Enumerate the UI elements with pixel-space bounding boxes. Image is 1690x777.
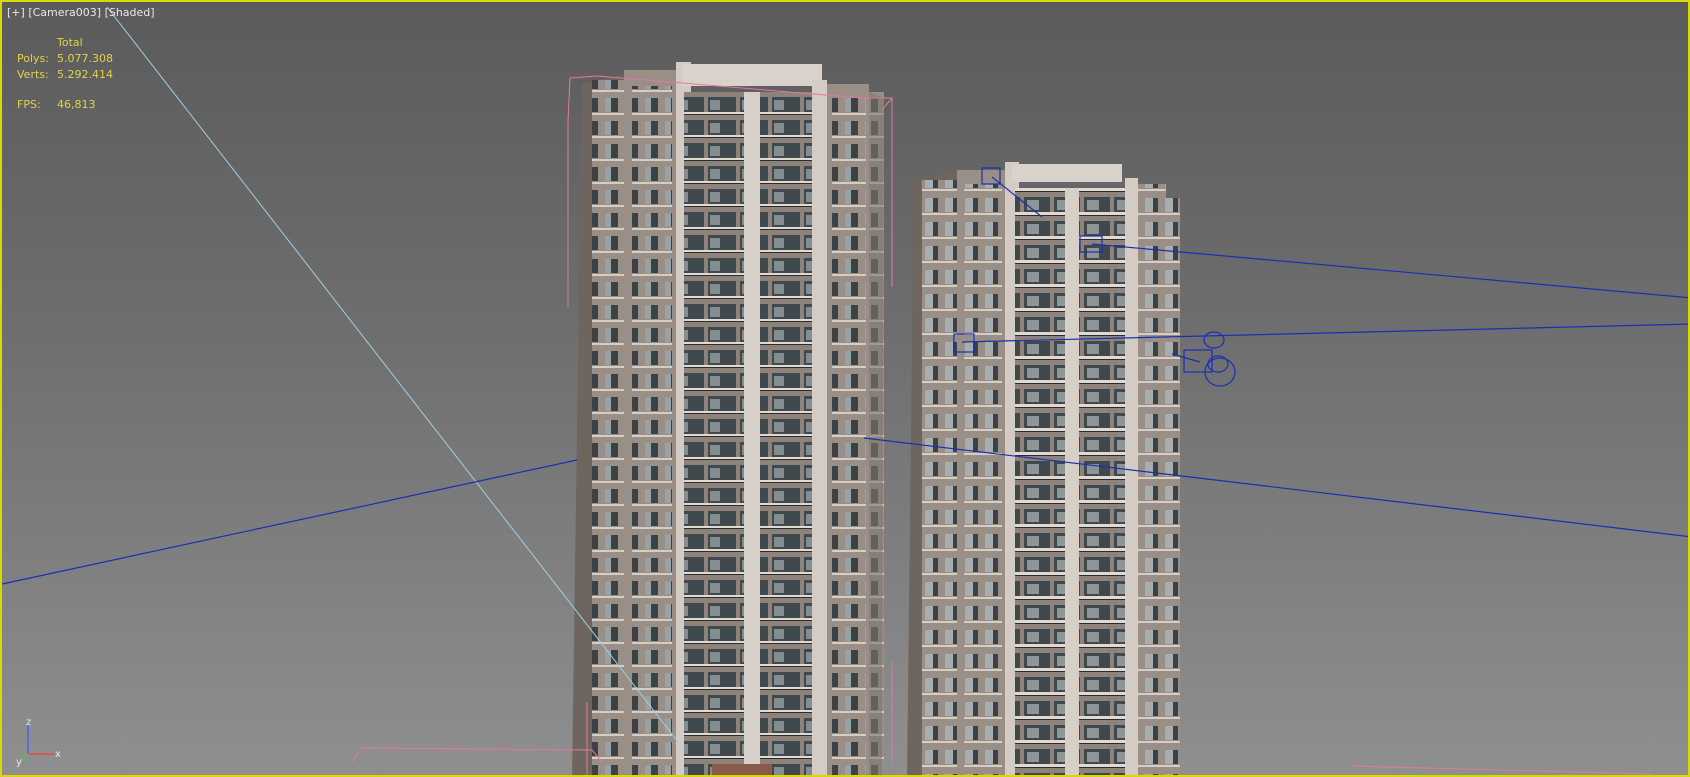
stats-polys-label: Polys: xyxy=(17,52,49,65)
viewport-label: [+] [Camera003] [Shaded] xyxy=(7,6,155,19)
axis-z-label: z xyxy=(26,717,31,728)
viewport-scene[interactable] xyxy=(2,2,1690,777)
axis-x-label: x xyxy=(55,749,61,760)
axis-y-label: y xyxy=(16,757,22,767)
viewport-shading-menu[interactable]: [Shaded] xyxy=(105,6,155,19)
stats-polys-value: 5.077.308 xyxy=(57,52,113,65)
tower-b-mesh[interactable] xyxy=(907,162,1180,777)
stats-fps-value: 46,813 xyxy=(57,98,96,111)
stats-verts-label: Verts: xyxy=(17,68,49,81)
camera-viewport[interactable]: [+] [Camera003] [Shaded] Total Polys: 5.… xyxy=(0,0,1690,777)
stats-verts-value: 5.292.414 xyxy=(57,68,113,81)
viewport-menu-plus[interactable]: [+] xyxy=(7,6,25,19)
viewport-camera-menu[interactable]: [Camera003] xyxy=(28,6,101,19)
stats-fps-label: FPS: xyxy=(17,98,41,111)
axis-tripod-icon: z x y xyxy=(16,717,61,767)
tower-a-mesh[interactable] xyxy=(572,62,884,777)
stats-total-header: Total xyxy=(57,36,83,49)
